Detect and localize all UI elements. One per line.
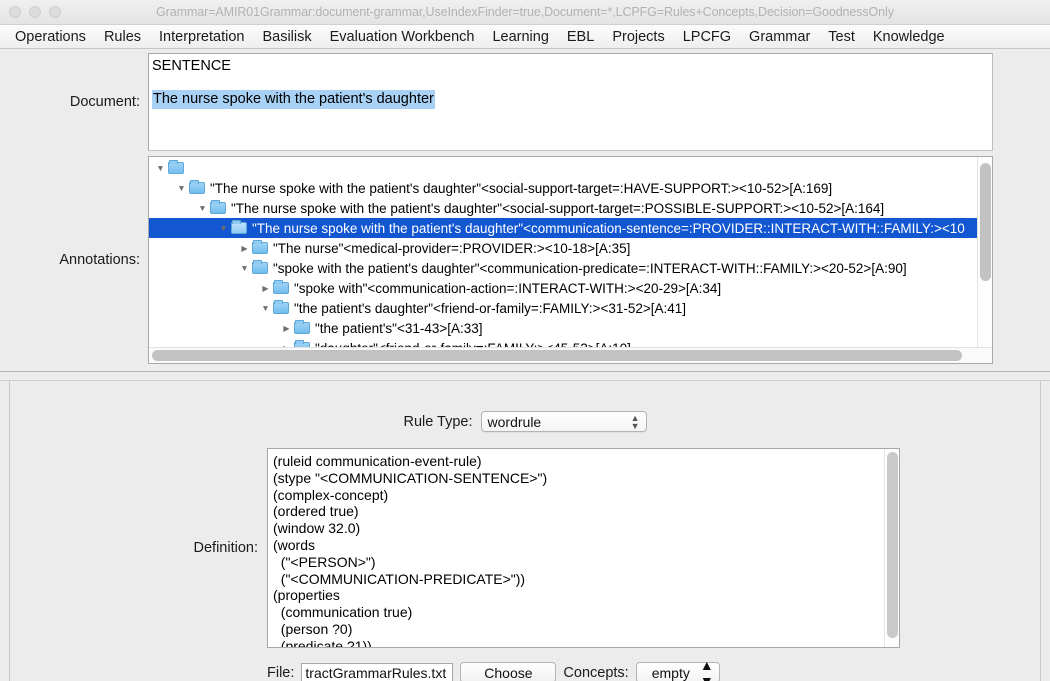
annotations-scroll-viewport: "The nurse spoke with the patient's daug… [149,157,992,347]
menu-item-test[interactable]: Test [819,28,864,46]
annotation-tree-row-label: "daughter"<friend-or-family=:FAMILY:><45… [315,341,635,348]
definition-row: Definition: (ruleid communication-event-… [10,432,1040,648]
annotations-horizontal-scroll-thumb[interactable] [152,350,962,361]
concepts-value: empty [651,664,690,681]
annotations-panel: "The nurse spoke with the patient's daug… [148,156,993,364]
folder-icon [168,160,184,174]
annotation-tree-row[interactable]: "The nurse spoke with the patient's daug… [149,218,977,238]
document-header-line: SENTENCE [152,58,231,74]
annotations-tree[interactable]: "The nurse spoke with the patient's daug… [149,157,977,347]
menu-item-projects[interactable]: Projects [603,28,673,46]
window-title: Grammar=AMIR01Grammar:document-grammar,U… [156,5,894,19]
menu-item-knowledge[interactable]: Knowledge [864,28,954,46]
folder-icon [231,220,247,234]
disclosure-triangle-open-icon[interactable] [258,304,273,313]
annotation-tree-row[interactable]: "spoke with the patient's daughter"<comm… [149,258,977,278]
definition-vertical-scrollbar[interactable] [884,449,899,647]
annotation-tree-row-label: "spoke with the patient's daughter"<comm… [273,260,907,276]
folder-icon [273,280,289,294]
close-window-button[interactable] [9,6,21,18]
folder-icon [210,200,226,214]
annotation-tree-row[interactable]: "The nurse spoke with the patient's daug… [149,178,977,198]
menu-item-operations[interactable]: Operations [6,28,95,46]
rule-type-row: Rule Type: wordrule ▲ ▼ [10,381,1040,432]
disclosure-triangle-closed-icon[interactable] [237,244,252,253]
rule-editor-pane: Rule Type: wordrule ▲ ▼ Definition: (rule… [9,381,1041,681]
annotation-tree-row-label: "The nurse"<medical-provider=:PROVIDER:>… [273,240,631,256]
disclosure-triangle-closed-icon[interactable] [279,344,294,348]
annotation-tree-row[interactable]: "the patient's"<31-43>[A:33] [149,318,977,338]
annotation-tree-row-label: "the patient's daughter"<friend-or-famil… [294,300,687,316]
annotations-label: Annotations: [59,252,140,268]
disclosure-triangle-closed-icon[interactable] [279,324,294,333]
annotation-tree-row-label: "the patient's"<31-43>[A:33] [315,320,483,336]
rule-type-dropdown[interactable]: wordrule ▲ ▼ [480,411,647,432]
menu-bar: Operations Rules Interpretation Basilisk Eva… [0,25,1050,49]
document-label: Document: [69,94,140,110]
menu-item-grammar[interactable]: Grammar [740,28,819,46]
annotation-tree-row[interactable]: "The nurse spoke with the patient's daug… [149,198,977,218]
menu-item-ebl[interactable]: EBL [558,28,603,46]
annotation-tree-row[interactable]: "spoke with"<communication-action=:INTER… [149,278,977,298]
annotations-field-row: Annotations: "The nurse spoke with the p… [0,151,1050,364]
concepts-dropdown[interactable]: empty ▲ ▼ [635,657,720,681]
definition-label: Definition: [193,540,258,556]
document-blank-line [152,76,988,90]
maximize-window-button[interactable] [49,6,61,18]
folder-icon [294,340,310,347]
disclosure-triangle-open-icon[interactable] [237,264,252,273]
choose-file-button[interactable]: Choose [460,662,557,681]
folder-icon [252,240,268,254]
annotation-tree-row-label: "The nurse spoke with the patient's daug… [252,220,965,236]
chevron-updown-icon: ▲ ▼ [699,656,714,681]
annotation-tree-row[interactable]: "the patient's daughter"<friend-or-famil… [149,298,977,318]
annotation-tree-row-label: "The nurse spoke with the patient's daug… [231,200,885,216]
annotations-horizontal-scrollbar[interactable] [149,347,992,363]
annotation-tree-row[interactable]: "daughter"<friend-or-family=:FAMILY:><45… [149,338,977,347]
menu-item-interpretation[interactable]: Interpretation [150,28,253,46]
folder-icon [252,260,268,274]
menu-item-rules[interactable]: Rules [95,28,150,46]
disclosure-triangle-open-icon[interactable] [216,224,231,233]
annotation-tree-row-label: "The nurse spoke with the patient's daug… [210,180,833,196]
annotations-vertical-scroll-thumb[interactable] [980,163,991,281]
minimize-window-button[interactable] [29,6,41,18]
file-input[interactable]: tractGrammarRules.txt [301,662,454,681]
disclosure-triangle-open-icon[interactable] [195,204,210,213]
pane-splitter[interactable] [0,371,1050,381]
disclosure-triangle-open-icon[interactable] [174,184,189,193]
folder-icon [189,180,205,194]
document-field-row: Document: SENTENCE The nurse spoke with … [0,49,1050,151]
menu-item-lpcfg[interactable]: LPCFG [674,28,740,46]
disclosure-triangle-open-icon[interactable] [153,164,168,173]
folder-icon [273,300,289,314]
definition-panel: (ruleid communication-event-rule) (stype… [267,448,900,648]
disclosure-triangle-closed-icon[interactable] [258,284,273,293]
menu-item-evaluation-workbench[interactable]: Evaluation Workbench [321,28,484,46]
window-title-bar: Grammar=AMIR01Grammar:document-grammar,U… [0,0,1050,25]
rule-type-value: wordrule [487,413,542,430]
window-controls [9,6,61,18]
folder-icon [294,320,310,334]
annotation-tree-row[interactable] [149,158,977,178]
document-selected-sentence[interactable]: The nurse spoke with the patient's daugh… [152,90,435,109]
annotations-vertical-scrollbar[interactable] [977,157,992,347]
document-text-area[interactable]: SENTENCE The nurse spoke with the patien… [148,53,993,151]
upper-pane: Document: SENTENCE The nurse spoke with … [0,49,1050,371]
definition-text-area[interactable]: (ruleid communication-event-rule) (stype… [268,449,884,647]
menu-item-basilisk[interactable]: Basilisk [253,28,320,46]
concepts-label: Concepts: [563,664,629,681]
menu-item-learning[interactable]: Learning [483,28,557,46]
file-label: File: [267,664,295,681]
file-row: File: tractGrammarRules.txt Choose Conce… [10,648,1040,681]
annotation-tree-row[interactable]: "The nurse"<medical-provider=:PROVIDER:>… [149,238,977,258]
rule-type-label: Rule Type: [403,413,473,430]
definition-vertical-scroll-thumb[interactable] [887,452,898,638]
annotation-tree-row-label: "spoke with"<communication-action=:INTER… [294,280,722,296]
chevron-updown-icon: ▲ ▼ [630,412,640,431]
